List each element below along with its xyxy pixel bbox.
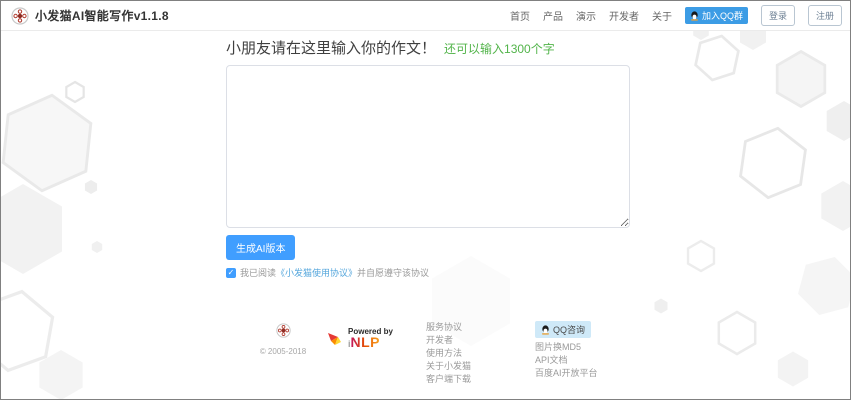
- footer-link-about-xiaofamao[interactable]: 关于小发猫: [426, 360, 471, 373]
- agreement-checkbox[interactable]: ✓: [226, 268, 236, 278]
- footer-link-image-md5[interactable]: 图片换MD5: [535, 341, 581, 354]
- agreement-text: 我已阅读《小发猫使用协议》并自愿遵守该协议: [240, 266, 429, 279]
- inlp-logo-text: Powered by iNLP: [348, 327, 393, 351]
- join-qq-group-badge[interactable]: 加入QQ群: [685, 7, 748, 24]
- login-button[interactable]: 登录: [761, 5, 795, 26]
- page: 小发猫AI智能写作v1.1.8 首页 产品 演示 开发者 关于 加入QQ群 登录…: [0, 0, 851, 400]
- qq-penguin-icon-footer: [541, 325, 550, 335]
- agreement-link[interactable]: 《小发猫使用协议》: [276, 268, 357, 278]
- page-title: 小朋友请在这里输入你的作文！: [226, 37, 436, 58]
- nav-item-developers[interactable]: 开发者: [609, 8, 639, 23]
- nav-item-about[interactable]: 关于: [652, 8, 672, 23]
- agreement-suffix: 并自愿遵守该协议: [357, 268, 429, 278]
- main-content: 小朋友请在这里输入你的作文！ 还可以输入1300个字 生成AI版本 ✓ 我已阅读…: [226, 37, 630, 279]
- remaining-count-hint: 还可以输入1300个字: [444, 40, 555, 57]
- nav-item-products[interactable]: 产品: [543, 8, 563, 23]
- powered-by-inlp-logo[interactable]: Powered by iNLP: [326, 327, 393, 351]
- brand[interactable]: 小发猫AI智能写作v1.1.8: [11, 7, 169, 25]
- footer-brand: © 2005-2018: [248, 323, 318, 356]
- header-bar: 小发猫AI智能写作v1.1.8 首页 产品 演示 开发者 关于 加入QQ群 登录…: [1, 1, 850, 31]
- qq-badge-label: 加入QQ群: [702, 9, 743, 22]
- heading-row: 小朋友请在这里输入你的作文！ 还可以输入1300个字: [226, 37, 630, 58]
- nav-item-home[interactable]: 首页: [510, 8, 530, 23]
- footer-link-developers[interactable]: 开发者: [426, 334, 471, 347]
- app-logo-icon: [11, 7, 29, 25]
- register-button[interactable]: 注册: [808, 5, 842, 26]
- qq-consult-badge[interactable]: QQ咨询: [535, 321, 591, 338]
- footer-logo-icon: [276, 323, 291, 338]
- app-title: 小发猫AI智能写作v1.1.8: [35, 7, 169, 24]
- nav-item-demo[interactable]: 演示: [576, 8, 596, 23]
- copyright-text: © 2005-2018: [248, 347, 318, 356]
- footer-link-api-docs[interactable]: API文档: [535, 354, 568, 367]
- check-icon: ✓: [228, 268, 235, 278]
- generate-ai-button[interactable]: 生成AI版本: [226, 235, 295, 260]
- main-nav: 首页 产品 演示 开发者 关于 加入QQ群 登录 注册: [510, 5, 842, 26]
- footer-link-usage[interactable]: 使用方法: [426, 347, 471, 360]
- qq-penguin-icon: [690, 11, 699, 21]
- agreement-prefix: 我已阅读: [240, 268, 276, 278]
- footer-link-client-download[interactable]: 客户端下载: [426, 373, 471, 386]
- qq-consult-label: QQ咨询: [553, 323, 585, 336]
- inlp-nlp: NLP: [351, 334, 381, 350]
- essay-textarea[interactable]: [226, 65, 630, 228]
- footer-link-baidu-ai-platform[interactable]: 百度AI开放平台: [535, 367, 598, 380]
- agreement-row: ✓ 我已阅读《小发猫使用协议》并自愿遵守该协议: [226, 266, 630, 279]
- footer-right-links: QQ咨询 图片换MD5 API文档 百度AI开放平台: [535, 321, 598, 380]
- footer-link-list: 服务协议 开发者 使用方法 关于小发猫 客户端下载: [426, 321, 471, 386]
- footer-link-service-agreement[interactable]: 服务协议: [426, 321, 471, 334]
- inlp-wordmark: iNLP: [348, 336, 393, 351]
- inlp-origami-icon: [326, 329, 346, 349]
